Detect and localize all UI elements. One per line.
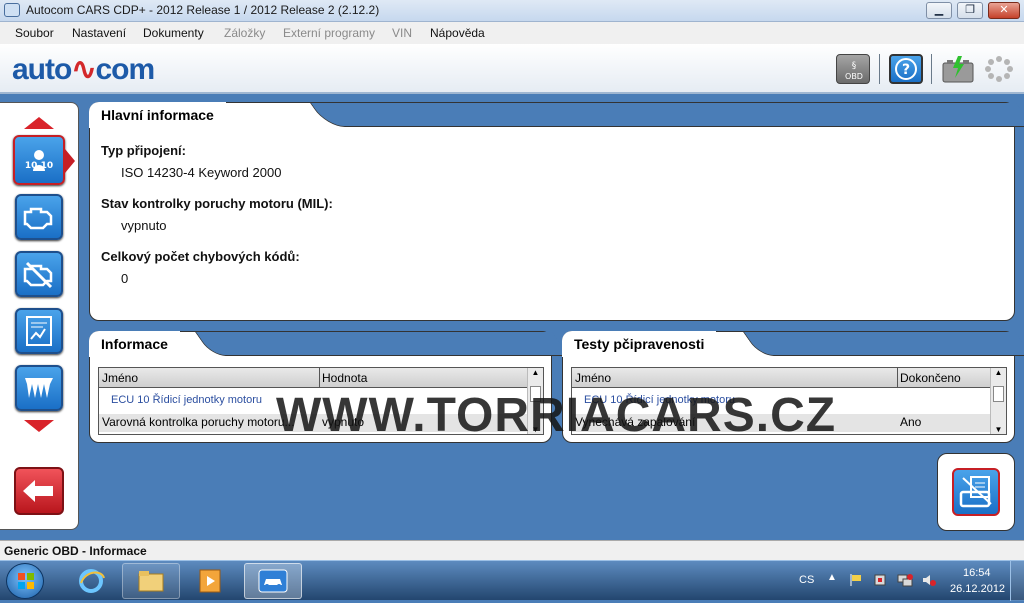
dtc-count-value: 0 <box>121 271 129 286</box>
internet-explorer-icon <box>79 569 105 593</box>
dtc-count-label: Celkový počet chybových kódů: <box>101 249 300 264</box>
scroll-up-arrow-icon[interactable] <box>24 117 54 129</box>
maximize-button[interactable]: ❐ <box>957 2 983 19</box>
tests-panel-title: Testy pčipravenosti <box>562 331 717 357</box>
print-button[interactable] <box>952 468 1000 516</box>
obd-law-icon[interactable]: § OBD <box>836 54 870 84</box>
car-app-icon <box>258 569 288 593</box>
minimize-button[interactable]: ▁ <box>926 2 952 19</box>
col-header-value[interactable]: Hodnota <box>322 371 367 385</box>
svg-text:?: ? <box>902 62 910 78</box>
window-title: Autocom CARS CDP+ - 2012 Release 1 / 201… <box>26 3 380 17</box>
main-info-panel: Hlavní informace Typ připojení: ISO 1423… <box>89 102 1024 321</box>
left-nav-panel: 10 10 <box>0 102 79 530</box>
print-report-icon <box>959 476 992 508</box>
clock-time[interactable]: 16:54 <box>963 567 991 579</box>
close-button[interactable]: ✕ <box>988 2 1020 19</box>
taskbar-explorer[interactable] <box>122 563 180 599</box>
taskbar-autocom[interactable] <box>244 563 302 599</box>
mil-status-label: Stav kontrolky poruchy motoru (MIL): <box>101 196 333 211</box>
loading-spinner-icon <box>982 54 1016 84</box>
menu-dokumenty[interactable]: Dokumenty <box>143 26 204 40</box>
engine-icon <box>23 207 53 230</box>
group-row[interactable]: ECU 10 Řídicí jednotky motoru <box>111 394 262 412</box>
row-done: Ano <box>900 415 922 429</box>
chart-icon <box>26 316 52 346</box>
battery-icon <box>941 54 975 84</box>
status-bar: Generic OBD - Informace <box>0 540 1024 560</box>
clock-date[interactable]: 26.12.2012 <box>950 583 1005 595</box>
grid-header: Jméno Hodnota <box>99 368 543 388</box>
nav-engine-button[interactable] <box>15 194 63 240</box>
menu-nastaveni[interactable]: Nastavení <box>72 26 126 40</box>
tray-expand-icon[interactable]: ▲ <box>827 572 837 583</box>
menu-vin: VIN <box>392 26 413 40</box>
windows-logo-icon <box>18 573 34 589</box>
nav-live-data-button[interactable] <box>15 308 63 354</box>
col-header-done[interactable]: Dokončeno <box>900 371 961 385</box>
svg-text:§: § <box>852 61 857 71</box>
title-bar: Autocom CARS CDP+ - 2012 Release 1 / 201… <box>0 0 1024 22</box>
menu-napoveda[interactable]: Nápověda <box>430 26 485 40</box>
menu-soubor[interactable]: Soubor <box>15 26 54 40</box>
main-panel-title: Hlavní informace <box>89 102 226 128</box>
header-separator <box>931 54 932 84</box>
watermark-text: WWW.TORRIACARS.CZ <box>276 389 837 442</box>
app-header: auto∿com § OBD ? <box>0 44 1024 94</box>
back-button[interactable] <box>14 467 64 515</box>
grid-header: Jméno Dokončeno <box>572 368 1006 388</box>
header-separator <box>879 54 880 84</box>
col-header-name[interactable]: Jméno <box>575 371 611 385</box>
app-car-icon <box>4 3 20 17</box>
language-indicator[interactable]: CS <box>799 574 814 586</box>
connection-type-label: Typ připojení: <box>101 143 186 158</box>
flag-icon[interactable] <box>849 573 863 590</box>
nav-sensor-button[interactable] <box>15 365 63 411</box>
col-header-name[interactable]: Jméno <box>102 371 138 385</box>
menu-externi-programy: Externí programy <box>283 26 376 40</box>
autocom-logo: auto∿com <box>12 53 155 86</box>
grid-scrollbar[interactable]: ▲ ▼ <box>990 368 1006 434</box>
svg-text:OBD: OBD <box>845 72 863 81</box>
menu-bar: Soubor Nastavení Dokumenty Záložky Exter… <box>0 22 1024 44</box>
help-icon[interactable]: ? <box>889 54 923 84</box>
nav-engine-fault-button[interactable] <box>15 251 63 297</box>
print-panel <box>937 453 1015 531</box>
taskbar-ie[interactable] <box>62 563 120 599</box>
row-name: Varovná kontrolka poruchy motoru... <box>102 415 295 429</box>
show-desktop-button[interactable] <box>1010 561 1024 601</box>
device-icon[interactable] <box>873 573 887 590</box>
connection-type-value: ISO 14230-4 Keyword 2000 <box>121 165 282 180</box>
nav-info-button[interactable]: 10 10 <box>13 135 75 185</box>
scroll-down-arrow-icon[interactable] <box>24 420 54 432</box>
windows-taskbar: CS ▲ 16:54 26.12.2012 <box>0 560 1024 601</box>
volume-icon[interactable] <box>922 573 936 590</box>
back-arrow-icon <box>23 480 53 502</box>
network-icon[interactable] <box>897 573 913 590</box>
info-icon: 10 10 <box>25 150 53 171</box>
svg-text:10 10: 10 10 <box>25 161 53 171</box>
sensor-icon <box>25 378 53 398</box>
mil-status-value: vypnuto <box>121 218 167 233</box>
engine-fault-icon <box>23 261 53 289</box>
media-player-icon <box>199 569 221 593</box>
taskbar-media-player[interactable] <box>182 563 240 599</box>
folder-icon <box>138 571 164 592</box>
menu-zalozky: Záložky <box>224 26 266 40</box>
start-button[interactable] <box>6 563 44 599</box>
info-panel-title: Informace <box>89 331 180 357</box>
